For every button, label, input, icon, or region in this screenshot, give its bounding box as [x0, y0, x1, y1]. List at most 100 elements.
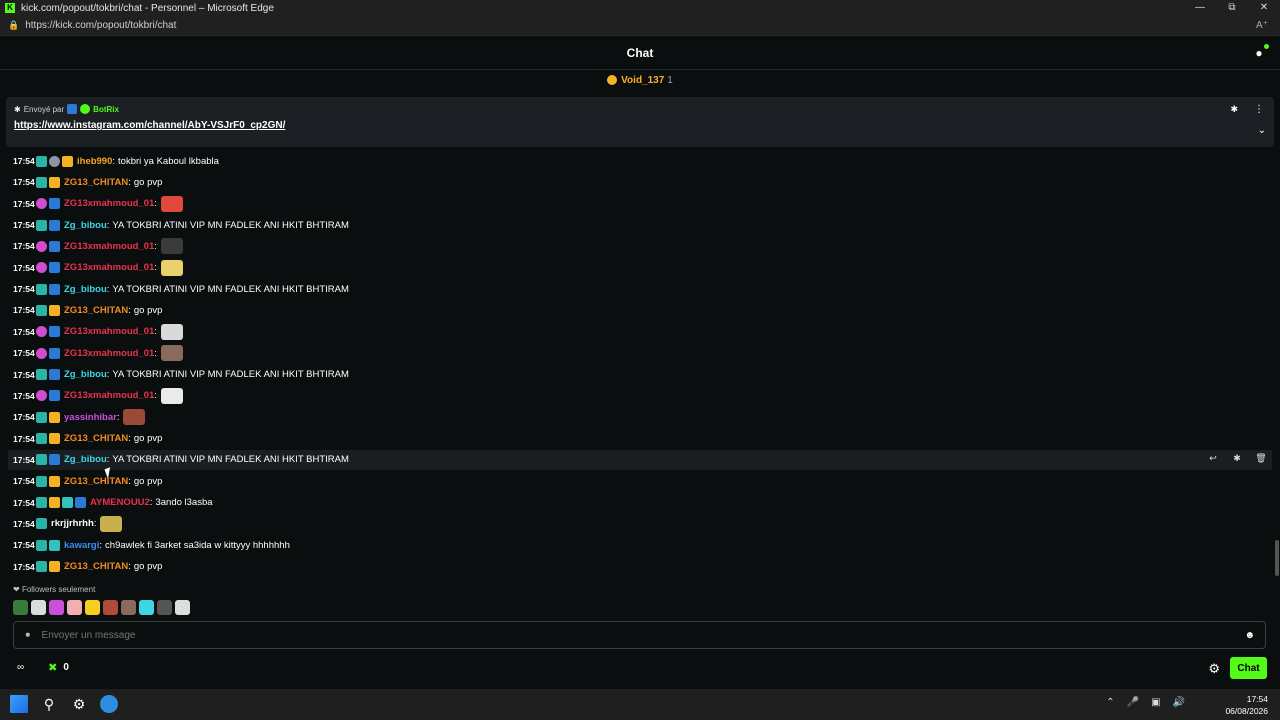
crown-badge-icon[interactable]: [49, 475, 60, 487]
chat-message[interactable]: 17:54 ZG13_CHITAN: go pvp: [8, 429, 1272, 449]
star-badge-icon[interactable]: [49, 326, 60, 338]
top-gifter-name[interactable]: Void_137: [621, 75, 664, 86]
edge-browser-icon[interactable]: [100, 695, 118, 713]
read-aloud-icon[interactable]: A⁺: [1256, 20, 1268, 31]
star-badge-icon[interactable]: [49, 390, 60, 402]
chat-message[interactable]: 17:54 ZG13xmahmoud_01:: [8, 194, 1272, 214]
users-icon[interactable]: ●: [1252, 44, 1269, 60]
volume-icon[interactable]: 🔊: [1173, 697, 1185, 708]
restore-icon[interactable]: ⧉: [1216, 0, 1248, 16]
message-username[interactable]: Zg_bibou: [64, 454, 107, 465]
pink-badge-icon[interactable]: [36, 390, 47, 402]
quick-emote-icon[interactable]: [49, 600, 64, 615]
chat-message[interactable]: 17:54 iheb990: tokbri ya Kaboul lkbabla: [8, 151, 1272, 171]
message-username[interactable]: iheb990: [77, 156, 112, 167]
channel-points-icon[interactable]: ✖: [48, 661, 57, 674]
chat-message[interactable]: 17:54 ZG13xmahmoud_01:: [8, 343, 1272, 363]
star-badge-icon[interactable]: [49, 198, 60, 210]
chat-message[interactable]: 17:54 ZG13xmahmoud_01:: [8, 322, 1272, 342]
sub-badge-icon[interactable]: [36, 518, 47, 530]
more-options-icon[interactable]: ⋮: [1254, 104, 1264, 115]
network-icon[interactable]: ▣: [1151, 697, 1160, 708]
sub-badge-icon[interactable]: [36, 283, 47, 295]
star-badge-icon[interactable]: [49, 369, 60, 380]
sub-badge-icon[interactable]: [36, 454, 47, 466]
sub-badge-icon[interactable]: [36, 176, 47, 188]
top-gifter[interactable]: Void_137 1: [0, 70, 1280, 92]
microphone-icon[interactable]: 🎤: [1127, 697, 1139, 708]
emote-icon[interactable]: [123, 409, 146, 426]
link-icon[interactable]: ∞: [17, 662, 24, 673]
chat-message[interactable]: 17:54 Zg_bibou: YA TOKBRI ATINI VIP MN FAD…: [8, 279, 1272, 299]
chat-message[interactable]: 17:54 ZG13xmahmoud_01:: [8, 236, 1272, 256]
pink-badge-icon[interactable]: [36, 347, 47, 359]
message-username[interactable]: Zg_bibou: [64, 369, 107, 380]
star-badge-icon[interactable]: [49, 347, 60, 359]
pin-icon[interactable]: ✱: [1230, 453, 1244, 464]
crown-badge-icon[interactable]: [49, 561, 60, 573]
reply-icon[interactable]: ↩: [1206, 453, 1220, 464]
grid-badge-icon[interactable]: [49, 539, 60, 551]
chat-message[interactable]: 17:54 Zg_bibou: YA TOKBRI ATINI VIP MN FAD…: [8, 365, 1272, 385]
message-username[interactable]: ZG13_CHITAN: [64, 177, 128, 188]
message-username[interactable]: Zg_bibou: [64, 284, 107, 295]
lock-icon[interactable]: 🔒: [8, 20, 19, 31]
star-badge-icon[interactable]: [49, 283, 60, 295]
message-username[interactable]: ZG13_CHITAN: [64, 433, 128, 444]
scrollbar[interactable]: [1275, 540, 1279, 576]
chat-message[interactable]: 17:54 rkrjjrhrhh:: [8, 514, 1272, 534]
star-badge-icon[interactable]: [75, 497, 86, 509]
message-username[interactable]: AYMENOUU2: [90, 497, 150, 508]
chevron-up-icon[interactable]: ⌃: [1106, 697, 1114, 708]
message-username[interactable]: kawargi: [64, 540, 99, 551]
message-username[interactable]: ZG13_CHITAN: [64, 305, 128, 316]
minimize-icon[interactable]: —: [1184, 0, 1216, 16]
message-username[interactable]: ZG13xmahmoud_01: [64, 326, 154, 337]
message-username[interactable]: ZG13xmahmoud_01: [64, 241, 154, 252]
emote-icon[interactable]: [100, 515, 123, 532]
message-input[interactable]: [41, 629, 1245, 641]
chevron-down-icon[interactable]: ⌄: [1258, 125, 1266, 136]
message-username[interactable]: rkrjjrhrhh: [51, 518, 94, 529]
chat-message[interactable]: 17:54 Zg_bibou: YA TOKBRI ATINI VIP MN FAD…: [8, 449, 1272, 470]
quick-emote-icon[interactable]: [157, 600, 172, 615]
steam-icon[interactable]: ⚙: [70, 695, 88, 713]
crown-badge-icon[interactable]: [49, 411, 60, 423]
sub-badge-icon[interactable]: [36, 369, 47, 380]
crown-badge-icon[interactable]: [49, 304, 60, 316]
chat-message[interactable]: 17:54 AYMENOUU2:3ando l3asba: [8, 493, 1272, 513]
message-username[interactable]: yassinhibar: [64, 412, 117, 423]
star-badge-icon[interactable]: [49, 240, 60, 252]
message-username[interactable]: ZG13xmahmoud_01: [64, 262, 154, 273]
taskbar-clock[interactable]: 17:54 06/08/2026: [1225, 693, 1268, 717]
sub-badge-icon[interactable]: [36, 497, 47, 509]
emote-icon[interactable]: [160, 387, 183, 404]
message-username[interactable]: ZG13xmahmoud_01: [64, 198, 154, 209]
quick-emote-icon[interactable]: [13, 600, 28, 615]
chat-message[interactable]: 17:54 ZG13_CHITAN: go pvp: [8, 557, 1272, 577]
gray-badge-icon[interactable]: [49, 155, 60, 167]
quick-emote-icon[interactable]: [67, 600, 82, 615]
chat-message[interactable]: 17:54 yassinhibar:: [8, 407, 1272, 427]
send-chat-button[interactable]: Chat: [1230, 657, 1267, 679]
sub-badge-icon[interactable]: [36, 304, 47, 316]
crown-badge-icon[interactable]: [49, 176, 60, 188]
quick-emote-icon[interactable]: [103, 600, 118, 615]
pink-badge-icon[interactable]: [36, 262, 47, 274]
sub-badge-icon[interactable]: [36, 475, 47, 487]
pink-badge-icon[interactable]: [36, 326, 47, 338]
message-username[interactable]: ZG13_CHITAN: [64, 561, 128, 572]
star-badge-icon[interactable]: [49, 454, 60, 466]
chat-message[interactable]: 17:54 ZG13xmahmoud_01:: [8, 386, 1272, 406]
quick-emote-icon[interactable]: [85, 600, 100, 615]
unpin-icon[interactable]: ✱: [1230, 104, 1238, 115]
sub-badge-icon[interactable]: [36, 561, 47, 573]
sub-badge-icon[interactable]: [36, 155, 47, 167]
emote-icon[interactable]: [160, 195, 183, 212]
quick-emote-icon[interactable]: [139, 600, 154, 615]
pink-badge-icon[interactable]: [36, 198, 47, 210]
star-badge-icon[interactable]: [49, 262, 60, 274]
message-input-box[interactable]: ⚫ ☻: [13, 621, 1266, 649]
emote-icon[interactable]: [160, 238, 183, 255]
address-bar[interactable]: 🔒 https://kick.com/popout/tokbri/chat A⁺: [0, 16, 1280, 36]
